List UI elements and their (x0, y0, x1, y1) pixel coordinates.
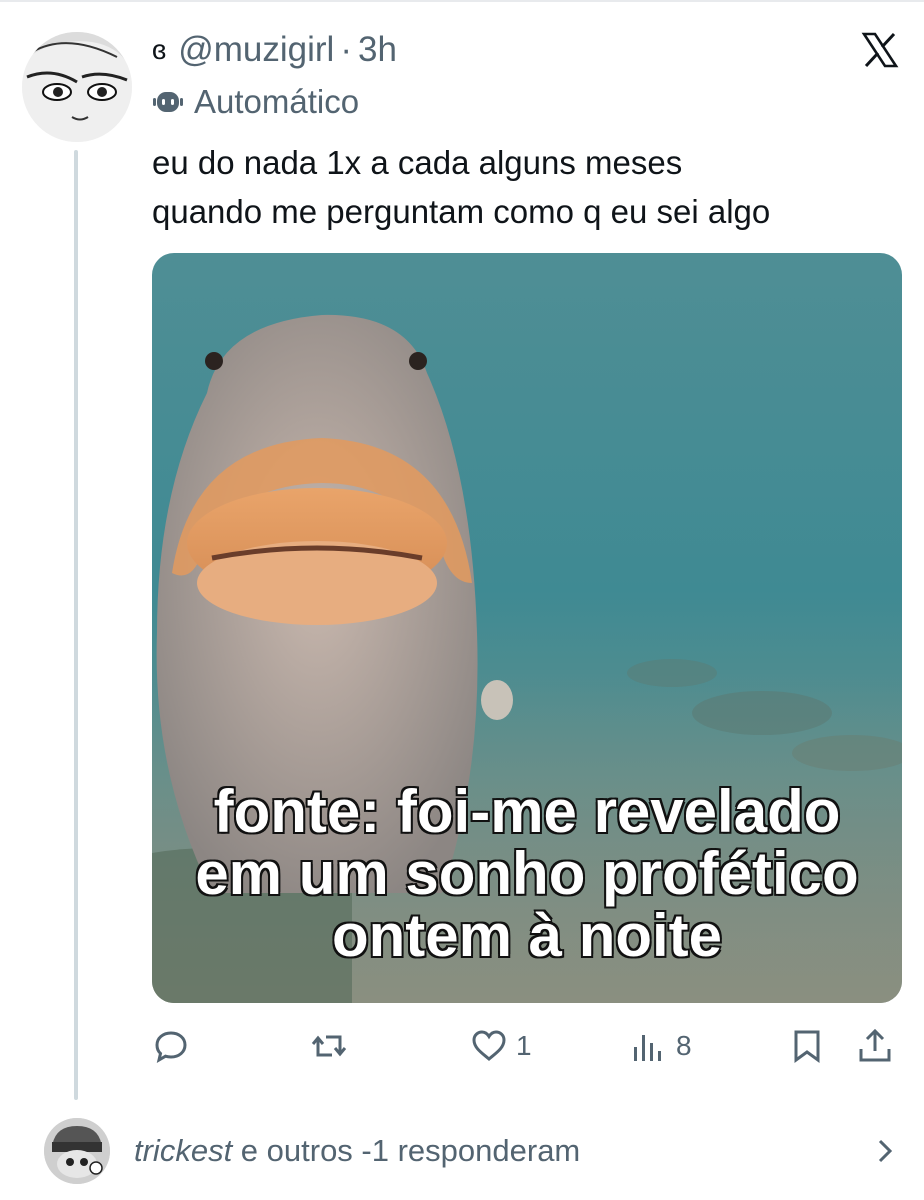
chevron-right-icon[interactable] (870, 1136, 900, 1166)
replies-text: trickest e outros -1 responderam (134, 1133, 580, 1169)
automated-label[interactable]: Automático (152, 82, 359, 122)
top-divider (0, 0, 924, 2)
meme-caption: fonte: foi-me revelado em um sonho profé… (152, 778, 902, 969)
bookmark-button[interactable] (788, 1024, 826, 1068)
share-button[interactable] (856, 1024, 894, 1068)
post-text-line: quando me perguntam como q eu sei algo (152, 193, 771, 230)
reply-button[interactable] (152, 1024, 190, 1068)
replier-avatar[interactable] (44, 1118, 110, 1184)
replier-username[interactable]: trickest (134, 1133, 232, 1168)
heart-icon (472, 1030, 506, 1061)
repost-icon (311, 1035, 347, 1057)
author-avatar[interactable] (22, 32, 132, 142)
post-media-image[interactable]: fonte: foi-me revelado em um sonho profé… (152, 253, 902, 1003)
thread-line (74, 150, 78, 1100)
reply-icon (155, 1031, 187, 1064)
views-count: 8 (676, 1030, 692, 1061)
display-name[interactable]: ɞ (152, 34, 166, 66)
caption-line: fonte: foi-me revelado (212, 778, 842, 845)
like-count: 1 (516, 1030, 532, 1061)
post-text-line: eu do nada 1x a cada alguns meses (152, 144, 683, 181)
post-actions: 1 8 (152, 1024, 902, 1068)
post-header: ɞ @muzigirl · 3h (152, 30, 397, 70)
caption-line: em um sonho profético (194, 840, 860, 907)
automated-text: Automático (194, 83, 360, 120)
caption-line: ontem à noite (330, 902, 723, 969)
repost-button[interactable] (310, 1024, 348, 1068)
bot-icon (153, 92, 183, 112)
x-logo-icon[interactable] (860, 30, 900, 70)
views-icon (634, 1035, 661, 1061)
post-time[interactable]: 3h (358, 30, 397, 70)
replies-row[interactable]: trickest e outros -1 responderam (44, 1118, 900, 1184)
bookmark-icon (794, 1030, 820, 1063)
share-icon (859, 1028, 891, 1062)
post-text: eu do nada 1x a cada alguns meses quando… (152, 138, 902, 236)
views-button[interactable]: 8 (630, 1024, 692, 1068)
separator-dot: · (340, 30, 352, 69)
replies-summary: e outros -1 responderam (232, 1133, 581, 1168)
author-handle[interactable]: @muzigirl (178, 30, 334, 70)
like-button[interactable]: 1 (470, 1024, 532, 1068)
